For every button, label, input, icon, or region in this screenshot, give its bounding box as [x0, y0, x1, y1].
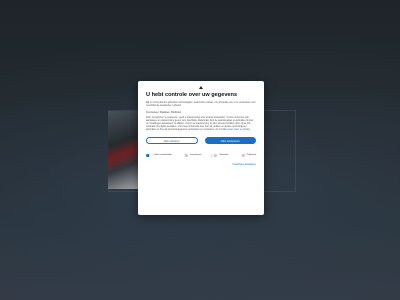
- toggle-label: Functioneel: [189, 154, 202, 156]
- toggle-statistics[interactable]: Statistiek: [211, 154, 229, 158]
- dialog-body-text: Door 'Accepteren' te selecteren, geeft u…: [146, 117, 256, 132]
- toggle-strictly-necessary[interactable]: Strikt noodzakelijk: [146, 154, 172, 158]
- privacy-link[interactable]: lees meer en privacy: [229, 129, 250, 131]
- brand-logo-icon: [199, 86, 203, 89]
- accept-all-button[interactable]: Alles accepteren: [204, 137, 256, 144]
- adjust-settings-link[interactable]: Instellingen aanpassen: [146, 164, 257, 166]
- toggle-label: Statistiek: [219, 154, 229, 156]
- toggle-advertising[interactable]: Publiciteit: [238, 154, 256, 158]
- reject-all-button[interactable]: Alles afwijzen: [146, 137, 198, 144]
- dialog-buttons: Alles afwijzen Alles accepteren: [146, 137, 256, 144]
- purposes-list: Functioneel, Statistiek, Publiciteit: [146, 111, 181, 114]
- cookie-consent-dialog: U hebt controle over uw gegevens Wij en …: [138, 81, 264, 215]
- toggle-functional[interactable]: Functioneel: [181, 154, 202, 158]
- toggle-switch-off[interactable]: [211, 154, 218, 158]
- consent-toggles: Strikt noodzakelijk Functioneel Statisti…: [146, 154, 256, 158]
- toggle-switch-on[interactable]: [146, 154, 152, 158]
- toggle-label: Strikt noodzakelijk: [154, 154, 172, 156]
- dialog-intro-text: Wij en onze partners gebruiken technolog…: [146, 102, 256, 107]
- more-link[interactable]: Meer: [223, 129, 228, 131]
- dialog-title: U hebt controle over uw gegevens: [146, 92, 238, 98]
- toggle-label: Publiciteit: [246, 154, 256, 156]
- toggle-switch-off[interactable]: [181, 154, 188, 158]
- toggle-switch-off[interactable]: [238, 154, 245, 158]
